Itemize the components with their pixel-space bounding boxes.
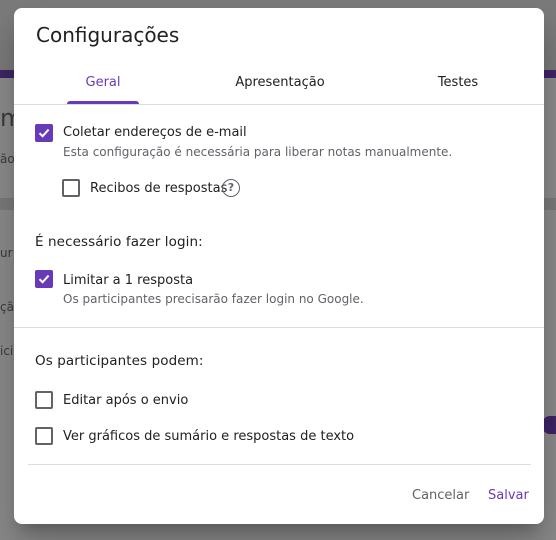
tab-presentation[interactable]: Apresentação [224, 64, 336, 104]
limit-one-response-label: Limitar a 1 resposta [63, 273, 194, 288]
background-toggle [542, 416, 556, 434]
collect-emails-label: Coletar endereços de e-mail [63, 125, 247, 140]
tab-presentation-label: Apresentação [235, 75, 325, 90]
limit-one-response-checkbox[interactable] [35, 270, 53, 288]
tab-quizzes[interactable]: Testes [426, 64, 490, 104]
dialog-title: Configurações [36, 23, 180, 47]
response-receipts-checkbox[interactable] [62, 179, 80, 197]
tab-quizzes-label: Testes [437, 75, 479, 90]
tab-general[interactable]: Geral [67, 64, 139, 104]
login-section-title: É necessário fazer login: [35, 234, 203, 250]
save-button[interactable]: Salvar [488, 488, 529, 503]
tab-general-label: Geral [85, 75, 121, 90]
section-divider [14, 327, 544, 328]
tab-bar: Geral Apresentação Testes [14, 64, 544, 104]
background-fragment-2: ão [0, 152, 15, 166]
response-receipts-label: Recibos de respostas [90, 181, 228, 196]
see-summary-label: Ver gráficos de sumário e respostas de t… [63, 429, 355, 444]
help-circle-icon[interactable]: ? [222, 179, 240, 197]
edit-after-submit-checkbox[interactable] [35, 391, 53, 409]
background-fragment-3: ur [0, 246, 13, 260]
settings-dialog: Configurações Geral Apresentação Testes … [14, 8, 544, 524]
actions-divider [28, 464, 531, 465]
edit-after-submit-label: Editar após o envio [63, 393, 189, 408]
limit-one-response-hint: Os participantes precisarão fazer login … [63, 292, 364, 306]
general-settings-panel: Coletar endereços de e-mail Esta configu… [14, 105, 544, 465]
collect-emails-hint: Esta configuração é necessária para libe… [63, 145, 453, 159]
participants-section-title: Os participantes podem: [35, 353, 204, 369]
checkmark-icon [38, 128, 50, 138]
see-summary-checkbox[interactable] [35, 427, 53, 445]
collect-emails-checkbox[interactable] [35, 124, 53, 142]
cancel-button[interactable]: Cancelar [412, 488, 469, 503]
background-fragment-4: çã [0, 300, 14, 314]
checkmark-icon [38, 274, 50, 284]
background-fragment-5: ici [0, 344, 14, 358]
